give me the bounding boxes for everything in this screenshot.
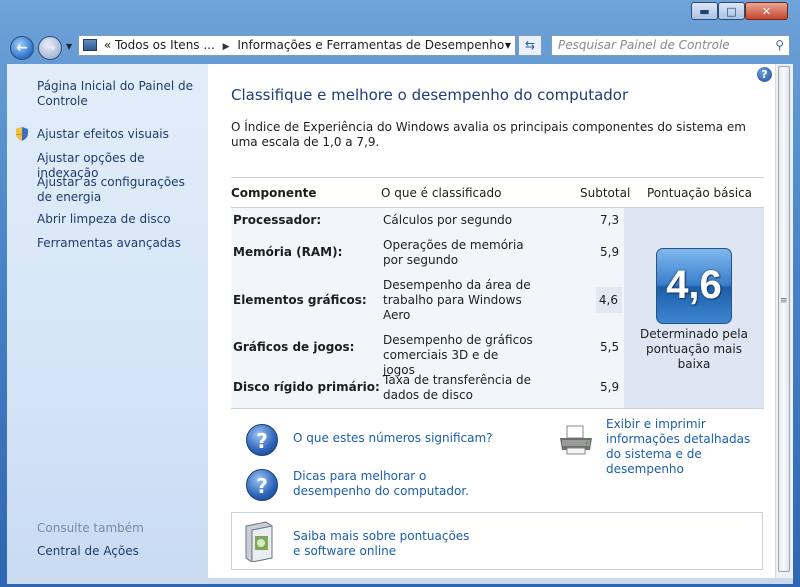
page-description: O Índice de Experiência do Windows avali…	[231, 120, 746, 149]
column-header-subtotal: Subtotal	[580, 186, 631, 200]
sidebar: Página Inicial do Painel de Controle Aju…	[7, 64, 208, 578]
search-icon[interactable]: ⚲	[775, 36, 784, 55]
address-bar[interactable]: « Todos os Itens ... ▶ Informações e Fer…	[78, 35, 516, 56]
help-icon[interactable]: ?	[757, 67, 772, 82]
base-score-badge: 4,6	[656, 248, 732, 324]
sidebar-item-power[interactable]: Ajustar as configurações de energia	[37, 175, 202, 205]
help-question-icon[interactable]: ?	[246, 469, 278, 501]
breadcrumb-separator-icon[interactable]: ▶	[223, 42, 230, 52]
row-component: Elementos gráficos:	[233, 293, 367, 307]
link-learn-more-scores[interactable]: Saiba mais sobre pontuações e software o…	[293, 529, 473, 559]
row-component: Processador:	[233, 213, 322, 227]
column-header-component: Componente	[231, 186, 317, 200]
row-component: Memória (RAM):	[233, 245, 343, 259]
row-component: Disco rígido primário:	[233, 380, 380, 394]
software-box-icon[interactable]	[240, 520, 276, 562]
window-bottom-edge	[7, 578, 793, 584]
sidebar-item-disk-cleanup[interactable]: Abrir limpeza de disco	[37, 212, 202, 227]
row-component: Gráficos de jogos:	[233, 340, 355, 354]
help-question-icon[interactable]: ?	[246, 424, 278, 456]
base-score-value: 4,6	[666, 263, 722, 307]
row-subtotal: 5,9	[600, 380, 620, 394]
sidebar-item-advanced-tools[interactable]: Ferramentas avançadas	[37, 236, 202, 251]
search-input[interactable]: Pesquisar Painel de Controle ⚲	[551, 35, 790, 56]
title-bar: ▬ □ ✕	[0, 0, 800, 30]
table-top-divider	[231, 177, 764, 178]
row-rated: Operações de memória por segundo	[383, 238, 524, 267]
recent-pages-dropdown-icon[interactable]: ▼	[66, 42, 72, 51]
back-arrow-icon: ←	[16, 40, 28, 56]
row-rated: Taxa de transferência de dados de disco	[383, 373, 531, 402]
control-panel-icon	[83, 39, 97, 51]
column-header-rated: O que é classificado	[381, 186, 502, 200]
row-subtotal-lowest: 4,6	[596, 287, 622, 313]
breadcrumb-current[interactable]: Informações e Ferramentas de Desempenho	[237, 38, 504, 52]
breadcrumb-overflow[interactable]: «	[104, 38, 111, 52]
forward-button[interactable]: →	[38, 36, 62, 60]
shield-icon	[16, 127, 28, 141]
column-header-base-score: Pontuação básica	[647, 186, 753, 200]
address-dropdown-icon[interactable]: ▼	[505, 36, 511, 55]
link-what-numbers-mean[interactable]: O que estes números significam?	[293, 431, 493, 446]
printer-icon[interactable]	[558, 424, 594, 456]
search-placeholder: Pesquisar Painel de Controle	[558, 38, 730, 52]
refresh-icon: ⇆	[524, 38, 536, 52]
row-subtotal: 7,3	[600, 213, 620, 227]
base-score-caption: Determinado pela pontuação mais baixa	[640, 327, 748, 371]
scrollbar-grip-icon: ≡	[780, 296, 788, 306]
row-subtotal: 5,5	[600, 340, 620, 354]
scrollbar-thumb[interactable]	[778, 66, 790, 572]
link-performance-tips[interactable]: Dicas para melhorar o desempenho do comp…	[293, 469, 493, 499]
sidebar-item-action-center[interactable]: Central de Ações	[37, 544, 202, 559]
refresh-button[interactable]: ⇆	[518, 35, 542, 56]
row-rated: Desempenho da área de trabalho para Wind…	[383, 278, 531, 322]
sidebar-home-link[interactable]: Página Inicial do Painel de Controle	[37, 79, 202, 109]
row-subtotal: 5,9	[600, 245, 620, 259]
close-icon: ✕	[761, 5, 772, 18]
close-button[interactable]: ✕	[745, 2, 788, 20]
row-rated: Cálculos por segundo	[383, 213, 513, 227]
breadcrumb-all-items[interactable]: Todos os Itens ...	[115, 38, 215, 52]
row-rated: Desempenho de gráficos comerciais 3D e d…	[383, 333, 533, 377]
forward-arrow-icon: →	[44, 40, 56, 56]
link-view-print-details[interactable]: Exibir e imprimir informações detalhadas…	[606, 417, 766, 477]
vertical-scrollbar[interactable]: ≡	[775, 64, 793, 578]
minimize-icon: ▬	[699, 5, 710, 18]
table-bottom-divider	[231, 408, 764, 409]
minimize-button[interactable]: ▬	[691, 2, 718, 20]
sidebar-item-visual-effects[interactable]: Ajustar efeitos visuais	[37, 127, 202, 142]
maximize-icon: □	[726, 5, 737, 18]
back-button[interactable]: ←	[10, 36, 34, 60]
see-also-heading: Consulte também	[37, 521, 144, 535]
maximize-button[interactable]: □	[718, 2, 745, 20]
page-title: Classifique e melhore o desempenho do co…	[231, 86, 629, 104]
